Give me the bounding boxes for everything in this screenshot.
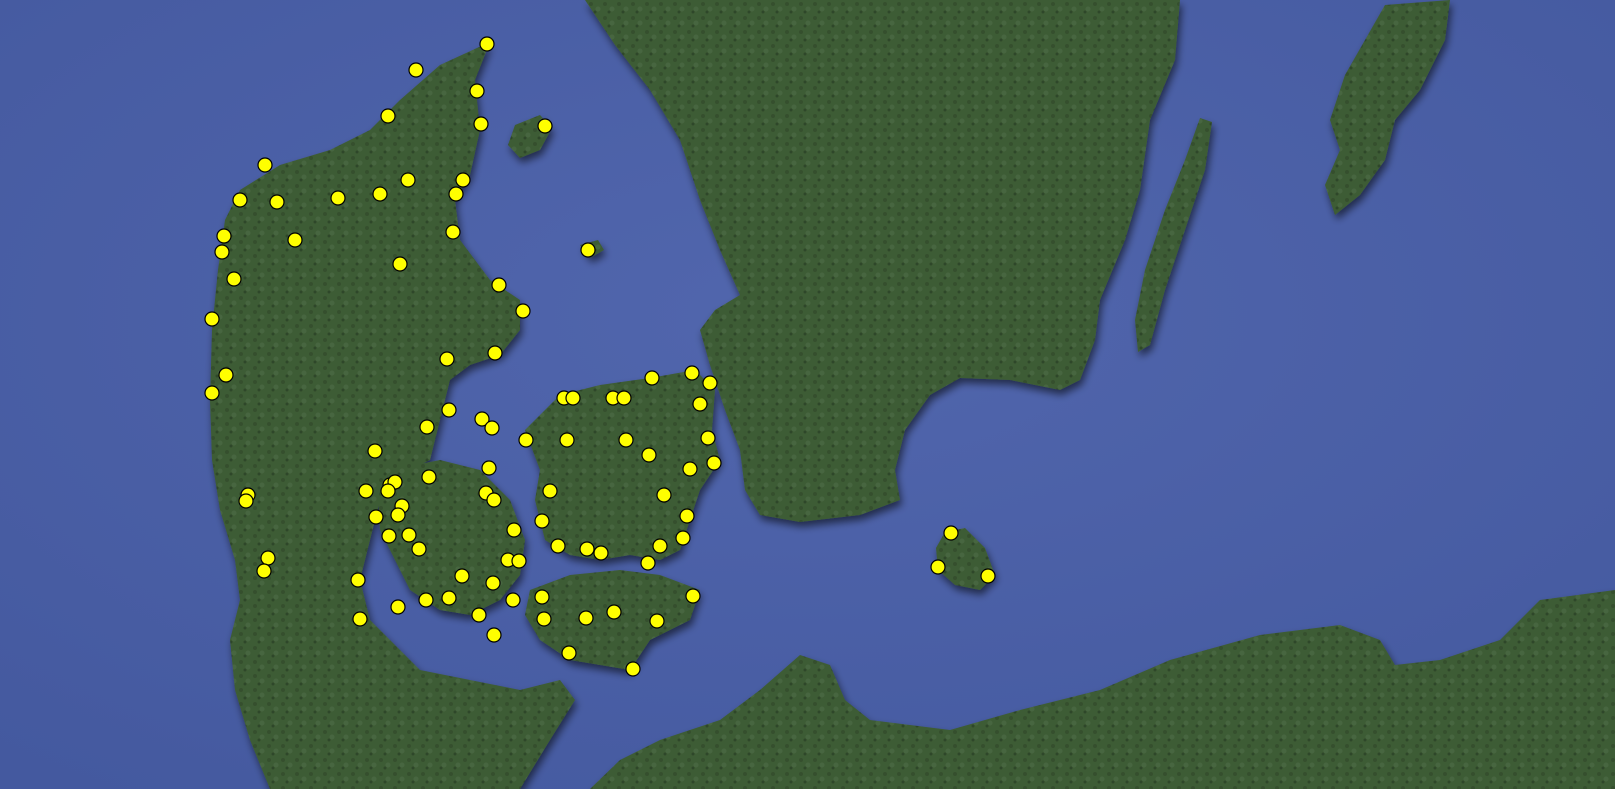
satellite-map[interactable] [0, 0, 1615, 789]
location-marker-icon[interactable] [644, 370, 660, 386]
location-marker-icon[interactable] [226, 271, 242, 287]
location-marker-icon[interactable] [390, 507, 406, 523]
location-marker-icon[interactable] [473, 116, 489, 132]
location-marker-icon[interactable] [542, 483, 558, 499]
location-marker-icon[interactable] [256, 563, 272, 579]
location-marker-icon[interactable] [706, 455, 722, 471]
location-marker-icon[interactable] [675, 530, 691, 546]
location-marker-icon[interactable] [441, 590, 457, 606]
location-marker-icon[interactable] [518, 432, 534, 448]
location-marker-icon[interactable] [550, 538, 566, 554]
location-marker-icon[interactable] [218, 367, 234, 383]
location-marker-icon[interactable] [640, 555, 656, 571]
location-marker-icon[interactable] [656, 487, 672, 503]
location-marker-icon[interactable] [455, 172, 471, 188]
location-marker-icon[interactable] [400, 172, 416, 188]
location-marker-icon[interactable] [380, 483, 396, 499]
location-marker-icon[interactable] [204, 311, 220, 327]
location-marker-icon[interactable] [411, 541, 427, 557]
location-marker-icon[interactable] [372, 186, 388, 202]
location-marker-icon[interactable] [536, 611, 552, 627]
location-marker-icon[interactable] [368, 509, 384, 525]
location-marker-icon[interactable] [579, 541, 595, 557]
location-marker-icon[interactable] [330, 190, 346, 206]
location-marker-icon[interactable] [491, 277, 507, 293]
location-marker-icon[interactable] [700, 430, 716, 446]
location-marker-icon[interactable] [625, 661, 641, 677]
location-marker-icon[interactable] [537, 118, 553, 134]
location-marker-icon[interactable] [561, 645, 577, 661]
location-marker-icon[interactable] [392, 256, 408, 272]
location-marker-icon[interactable] [269, 194, 285, 210]
location-marker-icon[interactable] [702, 375, 718, 391]
location-marker-icon[interactable] [930, 559, 946, 575]
location-marker-icon[interactable] [441, 402, 457, 418]
location-marker-icon[interactable] [445, 224, 461, 240]
location-marker-icon[interactable] [381, 528, 397, 544]
location-marker-icon[interactable] [481, 460, 497, 476]
location-marker-icon[interactable] [578, 610, 594, 626]
location-marker-icon[interactable] [418, 592, 434, 608]
location-marker-icon[interactable] [606, 604, 622, 620]
location-marker-icon[interactable] [390, 599, 406, 615]
location-marker-icon[interactable] [204, 385, 220, 401]
location-marker-icon[interactable] [350, 572, 366, 588]
location-marker-icon[interactable] [641, 447, 657, 463]
location-marker-icon[interactable] [534, 513, 550, 529]
location-marker-icon[interactable] [652, 538, 668, 554]
location-marker-icon[interactable] [649, 613, 665, 629]
location-marker-icon[interactable] [479, 36, 495, 52]
location-marker-icon[interactable] [454, 568, 470, 584]
location-marker-icon[interactable] [471, 607, 487, 623]
location-marker-icon[interactable] [380, 108, 396, 124]
location-marker-icon[interactable] [565, 390, 581, 406]
location-marker-icon[interactable] [238, 493, 254, 509]
location-marker-icon[interactable] [486, 627, 502, 643]
location-marker-icon[interactable] [419, 419, 435, 435]
location-marker-icon[interactable] [692, 396, 708, 412]
location-marker-icon[interactable] [485, 575, 501, 591]
location-marker-icon[interactable] [260, 550, 276, 566]
location-marker-icon[interactable] [684, 365, 700, 381]
location-marker-icon[interactable] [486, 492, 502, 508]
location-marker-icon[interactable] [439, 351, 455, 367]
location-marker-icon[interactable] [534, 589, 550, 605]
location-marker-icon[interactable] [487, 345, 503, 361]
location-marker-icon[interactable] [287, 232, 303, 248]
location-marker-icon[interactable] [214, 244, 230, 260]
location-marker-icon[interactable] [559, 432, 575, 448]
location-marker-icon[interactable] [257, 157, 273, 173]
location-marker-icon[interactable] [515, 303, 531, 319]
location-marker-icon[interactable] [232, 192, 248, 208]
location-marker-icon[interactable] [618, 432, 634, 448]
location-marker-icon[interactable] [685, 588, 701, 604]
location-marker-icon[interactable] [352, 611, 368, 627]
location-marker-icon[interactable] [484, 420, 500, 436]
location-marker-icon[interactable] [505, 592, 521, 608]
location-marker-icon[interactable] [358, 483, 374, 499]
location-marker-icon[interactable] [616, 390, 632, 406]
location-marker-icon[interactable] [682, 461, 698, 477]
location-marker-icon[interactable] [216, 228, 232, 244]
location-marker-icon[interactable] [506, 522, 522, 538]
location-marker-icon[interactable] [943, 525, 959, 541]
location-marker-icon[interactable] [448, 186, 464, 202]
location-marker-icon[interactable] [593, 545, 609, 561]
location-marker-icon[interactable] [980, 568, 996, 584]
location-marker-icon[interactable] [401, 527, 417, 543]
location-marker-icon[interactable] [408, 62, 424, 78]
location-marker-icon[interactable] [580, 242, 596, 258]
location-marker-icon[interactable] [511, 553, 527, 569]
location-marker-icon[interactable] [679, 508, 695, 524]
location-marker-icon[interactable] [367, 443, 383, 459]
location-marker-icon[interactable] [469, 83, 485, 99]
location-marker-icon[interactable] [421, 469, 437, 485]
